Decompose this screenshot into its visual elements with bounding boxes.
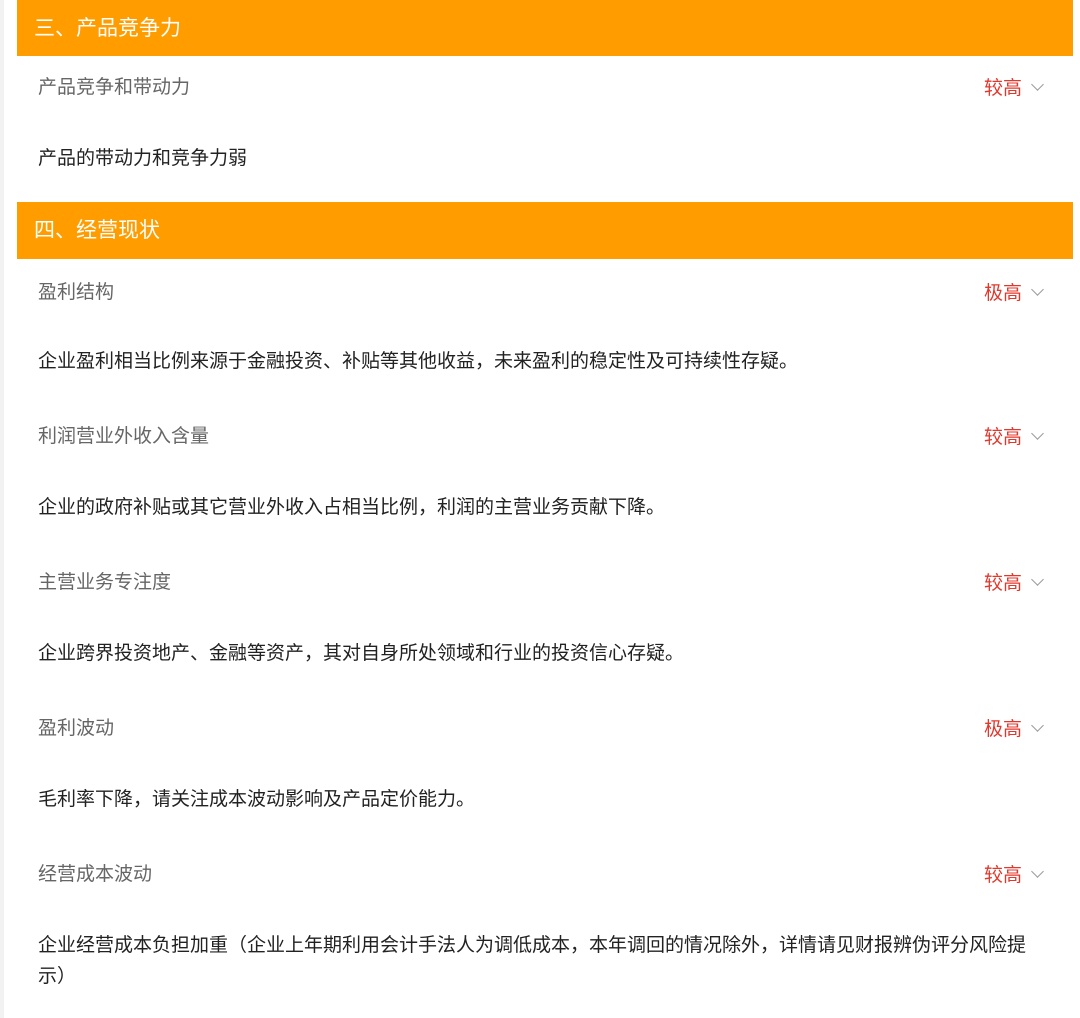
risk-item-operating-cost-volatility: 经营成本波动 较高 企业经营成本负担加重（企业上年期利用会计手法人为调低成本，本… [17,843,1073,992]
chevron-down-icon[interactable] [1031,864,1044,878]
risk-item-profit-structure: 盈利结构 极高 企业盈利相当比例来源于金融投资、补贴等其他收益，未来盈利的稳定性… [17,259,1073,405]
risk-item-description: 产品的带动力和竞争力弱 [38,147,248,169]
chevron-down-icon[interactable] [1031,718,1044,732]
section-header-product-competitiveness: 三、产品竞争力 [17,0,1073,56]
risk-item-title: 主营业务专注度 [38,571,172,593]
chevron-down-icon[interactable] [1031,282,1044,296]
risk-level-label: 较高 [983,572,1022,594]
risk-item-title: 利润营业外收入含量 [38,425,210,447]
risk-item-title: 盈利波动 [38,717,115,739]
risk-item-header[interactable]: 经营成本波动 较高 [17,843,1073,901]
chevron-down-icon[interactable] [1031,426,1044,440]
risk-item-title: 产品竞争和带动力 [38,76,191,98]
risk-level-toggle[interactable]: 极高 [983,278,1044,305]
risk-level-label: 极高 [983,718,1022,740]
risk-item-non-operating-income: 利润营业外收入含量 较高 企业的政府补贴或其它营业外收入占相当比例，利润的主营业… [17,405,1073,551]
risk-report: 三、产品竞争力 产品竞争和带动力 较高 产品的带动力和竞争力弱 四、经营现状 盈… [17,0,1073,992]
risk-level-label: 较高 [983,864,1022,886]
risk-level-toggle[interactable]: 较高 [983,73,1044,100]
risk-item-header[interactable]: 主营业务专注度 较高 [17,551,1073,609]
risk-item-core-business-focus: 主营业务专注度 较高 企业跨界投资地产、金融等资产，其对自身所处领域和行业的投资… [17,551,1073,697]
section-header-operating-status: 四、经营现状 [17,202,1073,259]
risk-item-header[interactable]: 产品竞争和带动力 较高 [17,56,1073,114]
left-border [0,0,4,1018]
risk-level-label: 较高 [983,77,1022,99]
risk-item-title: 经营成本波动 [38,863,153,885]
risk-item-title: 盈利结构 [38,281,115,303]
risk-level-toggle[interactable]: 极高 [983,714,1044,741]
risk-item-description: 企业跨界投资地产、金融等资产，其对自身所处领域和行业的投资信心存疑。 [38,642,685,664]
risk-level-label: 极高 [983,282,1022,304]
risk-item-product-competition: 产品竞争和带动力 较高 产品的带动力和竞争力弱 [17,56,1073,202]
risk-item-header[interactable]: 利润营业外收入含量 较高 [17,405,1073,463]
chevron-down-icon[interactable] [1031,77,1044,91]
chevron-down-icon[interactable] [1031,572,1044,586]
risk-item-profit-volatility: 盈利波动 极高 毛利率下降，请关注成本波动影响及产品定价能力。 [17,697,1073,843]
risk-item-description: 企业经营成本负担加重（企业上年期利用会计手法人为调低成本，本年调回的情况除外，详… [38,934,1027,987]
risk-item-header[interactable]: 盈利结构 极高 [17,259,1073,316]
risk-item-description: 企业盈利相当比例来源于金融投资、补贴等其他收益，未来盈利的稳定性及可持续性存疑。 [38,350,799,372]
risk-level-label: 较高 [983,426,1022,448]
risk-item-description: 毛利率下降，请关注成本波动影响及产品定价能力。 [38,788,476,810]
risk-level-toggle[interactable]: 较高 [983,568,1044,595]
risk-level-toggle[interactable]: 较高 [983,860,1044,887]
risk-item-header[interactable]: 盈利波动 极高 [17,697,1073,755]
risk-level-toggle[interactable]: 较高 [983,422,1044,449]
risk-item-description: 企业的政府补贴或其它营业外收入占相当比例，利润的主营业务贡献下降。 [38,496,666,518]
